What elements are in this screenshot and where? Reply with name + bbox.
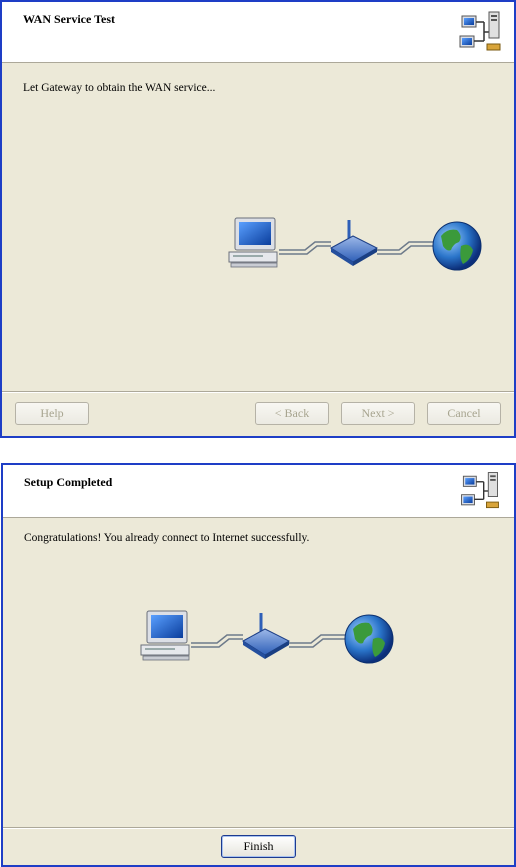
router-icon [242,613,291,659]
router-icon [330,220,379,266]
next-button[interactable]: Next > [341,402,415,425]
button-bar: Help < Back Next > Cancel [2,391,514,436]
network-wizard-icon [454,6,506,58]
cancel-button[interactable]: Cancel [427,402,501,425]
status-message: Let Gateway to obtain the WAN service... [23,82,216,94]
finish-button[interactable]: Finish [221,835,296,858]
globe-icon [432,221,482,271]
dialog-title: WAN Service Test [23,12,115,26]
computer-icon [228,217,278,268]
network-illustration [139,605,399,675]
globe-icon [344,614,394,664]
network-wizard-icon [454,467,506,515]
back-button[interactable]: < Back [255,402,329,425]
help-button[interactable]: Help [15,402,89,425]
wan-service-test-dialog: WAN Service Test Let Gateway to obtain t… [0,0,516,438]
dialog-title: Setup Completed [24,475,113,489]
button-bar: Finish [3,827,514,865]
success-message: Congratulations! You already connect to … [24,532,310,544]
dialog-header: Setup Completed [3,465,514,518]
network-illustration [227,212,487,282]
setup-completed-dialog: Setup Completed Congratulations! You alr… [1,463,516,867]
dialog-header: WAN Service Test [2,2,514,63]
computer-icon [140,610,190,661]
